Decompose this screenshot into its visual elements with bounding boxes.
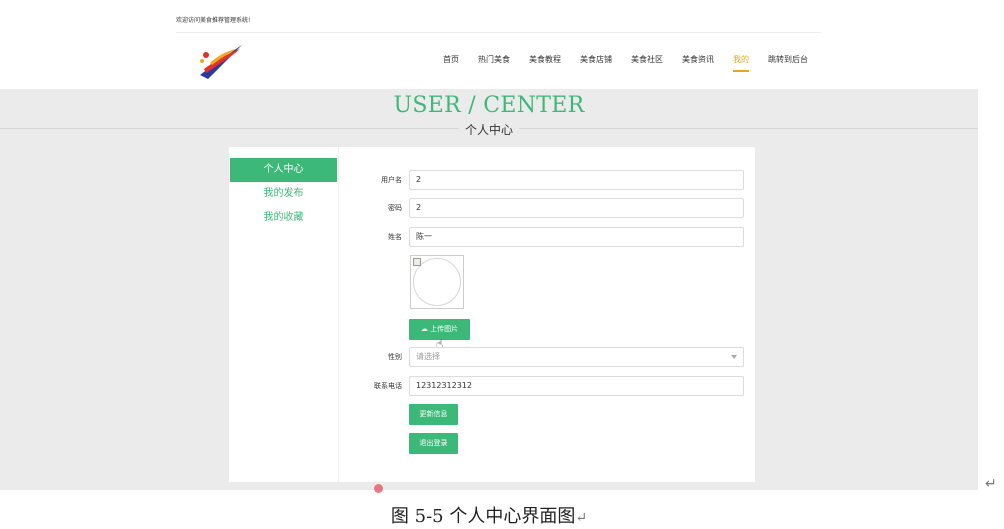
password-field[interactable]: 2 [409,198,744,218]
nav-tutorials[interactable]: 美食教程 [529,54,561,72]
logout-button[interactable]: 退出登录 [409,433,458,454]
nav-home[interactable]: 首页 [443,54,459,72]
chevron-down-icon [731,355,737,359]
broken-image-icon [413,258,421,266]
phone-field[interactable]: 12312312312 [409,376,744,396]
main-nav: 首页 热门美食 美食教程 美食店铺 美食社区 美食资讯 我的 跳转到后台 [424,54,808,72]
password-label: 密码 [388,204,402,212]
gender-label: 性别 [388,353,402,361]
screenshot-frame: 欢迎访问美食推荐管理系统! 首页 热门美食 美食教程 美食店铺 美食社区 美食资… [0,0,978,490]
nav-shops[interactable]: 美食店铺 [580,54,612,72]
nav-mine[interactable]: 我的 [733,54,749,72]
record-indicator [374,484,383,493]
figure-caption: 图 5-5 个人中心界面图↵ [0,502,978,528]
username-label: 用户名 [381,176,402,184]
return-mark-right: ↵ [985,476,997,492]
gender-placeholder: 请选择 [416,352,440,361]
nav-admin[interactable]: 跳转到后台 [768,54,808,72]
page-title-cn: 个人中心 [0,121,978,138]
document-page: 欢迎访问美食推荐管理系统! 首页 热门美食 美食教程 美食店铺 美食社区 美食资… [0,0,1004,529]
sidebar-item-user-center[interactable]: 个人中心 [230,158,337,182]
page-title-en: USER / CENTER [393,93,585,118]
page-title-cn-text: 个人中心 [458,123,519,137]
gender-select[interactable]: 请选择 [409,347,744,367]
sidebar-item-my-posts[interactable]: 我的发布 [230,182,337,206]
cloud-upload-icon: ☁ [420,325,428,333]
return-mark-caption: ↵ [575,510,588,526]
name-field[interactable]: 陈一 [409,227,744,247]
nav-news[interactable]: 美食资讯 [682,54,714,72]
figure-caption-text: 图 5-5 个人中心界面图 [390,506,576,527]
username-field[interactable]: 2 [409,170,744,190]
nav-community[interactable]: 美食社区 [631,54,663,72]
name-label: 姓名 [388,233,402,241]
avatar-preview [410,255,464,309]
update-info-button[interactable]: 更新信息 [409,404,458,425]
phone-label: 联系电话 [374,382,402,390]
flame-swoosh-logo[interactable] [196,39,246,81]
header-divider [176,32,821,33]
upload-image-label: 上传图片 [430,325,459,333]
welcome-text: 欢迎访问美食推荐管理系统! [176,17,251,24]
sidebar-divider [338,147,339,482]
nav-hot-food[interactable]: 热门美食 [478,54,510,72]
sidebar-item-my-favorites[interactable]: 我的收藏 [230,206,337,230]
